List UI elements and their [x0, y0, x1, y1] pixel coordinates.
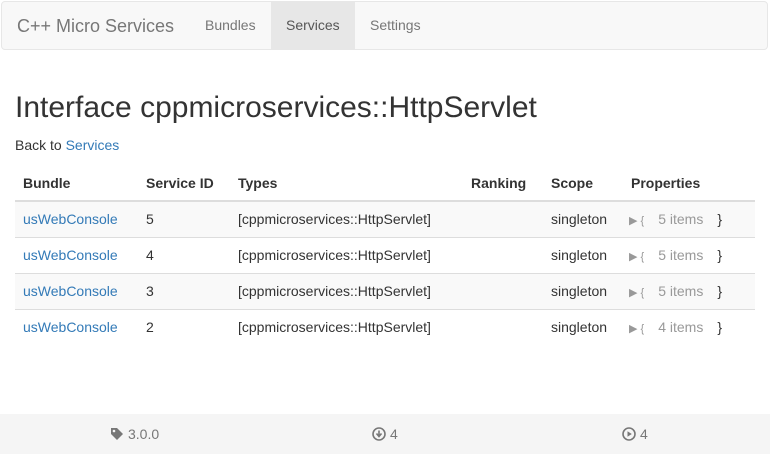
- services-count: 4: [640, 426, 648, 442]
- properties-close: }: [717, 211, 723, 228]
- expand-triangle-icon: ▶ {: [629, 215, 645, 228]
- header-types: Types: [230, 165, 463, 202]
- expand-triangle-icon: ▶ {: [629, 287, 645, 299]
- types-cell: [cppmicroservices::HttpServlet]: [230, 201, 463, 237]
- properties-count: 5 items: [658, 211, 704, 228]
- header-scope: Scope: [543, 165, 623, 202]
- properties-toggle[interactable]: ▶ { 5 items}: [623, 236, 755, 273]
- scope-cell: singleton: [543, 308, 623, 345]
- footer-version: 3.0.0: [110, 426, 159, 442]
- table-row: usWebConsole 4 [cppmicroservices::HttpSe…: [15, 236, 755, 273]
- footer-bundles: 4: [372, 426, 398, 442]
- scope-cell: singleton: [543, 236, 623, 273]
- service-id-cell: 4: [138, 236, 230, 273]
- service-id-cell: 3: [138, 272, 230, 309]
- bundles-count: 4: [390, 426, 398, 442]
- properties-toggle[interactable]: ▶ { 5 items}: [623, 272, 755, 309]
- header-properties: Properties: [623, 165, 755, 202]
- ranking-cell: [463, 308, 543, 345]
- version-text: 3.0.0: [128, 426, 160, 442]
- services-table: Bundle Service ID Types Ranking Scope Pr…: [15, 165, 755, 345]
- ranking-cell: [463, 236, 543, 273]
- table-row: usWebConsole 5 [cppmicroservices::HttpSe…: [15, 201, 755, 237]
- navbar: C++ Micro Services Bundles Services Sett…: [1, 1, 768, 50]
- types-cell: [cppmicroservices::HttpServlet]: [230, 272, 463, 309]
- properties-count: 4 items: [658, 319, 704, 336]
- bundle-link[interactable]: usWebConsole: [23, 247, 118, 263]
- back-prefix: Back to: [15, 137, 62, 153]
- ranking-cell: [463, 272, 543, 309]
- footer: 3.0.0 4 4: [0, 414, 770, 454]
- scope-cell: singleton: [543, 201, 623, 237]
- service-id-cell: 2: [138, 308, 230, 345]
- header-service-id: Service ID: [138, 165, 230, 202]
- bundle-link[interactable]: usWebConsole: [23, 283, 118, 299]
- scope-cell: singleton: [543, 272, 623, 309]
- tag-icon: [111, 428, 123, 440]
- table-row: usWebConsole 2 [cppmicroservices::HttpSe…: [15, 308, 755, 345]
- header-ranking: Ranking: [463, 165, 543, 202]
- properties-toggle[interactable]: ▶ { 4 items}: [623, 308, 755, 345]
- ranking-cell: [463, 201, 543, 237]
- nav-settings[interactable]: Settings: [355, 2, 436, 49]
- nav-bundles[interactable]: Bundles: [190, 2, 271, 49]
- footer-services: 4: [622, 426, 648, 442]
- page-title: Interface cppmicroservices::HttpServlet: [15, 91, 537, 124]
- bundle-link[interactable]: usWebConsole: [23, 319, 118, 335]
- back-services-link[interactable]: Services: [66, 137, 120, 153]
- types-cell: [cppmicroservices::HttpServlet]: [230, 308, 463, 345]
- table-header-row: Bundle Service ID Types Ranking Scope Pr…: [15, 165, 755, 202]
- nav-services[interactable]: Services: [271, 2, 355, 49]
- properties-close: }: [717, 247, 723, 263]
- types-cell: [cppmicroservices::HttpServlet]: [230, 236, 463, 273]
- table-row: usWebConsole 3 [cppmicroservices::HttpSe…: [15, 272, 755, 309]
- expand-triangle-icon: ▶ {: [629, 251, 645, 263]
- service-id-cell: 5: [138, 201, 230, 237]
- back-line: Back to Services: [15, 137, 119, 153]
- brand-title[interactable]: C++ Micro Services: [17, 16, 174, 36]
- play-circle-icon: [622, 427, 636, 441]
- header-bundle: Bundle: [15, 165, 138, 202]
- bundle-link[interactable]: usWebConsole: [23, 211, 118, 227]
- properties-count: 5 items: [658, 283, 704, 299]
- properties-toggle[interactable]: ▶ { 5 items}: [623, 201, 755, 237]
- properties-close: }: [717, 283, 723, 299]
- expand-triangle-icon: ▶ {: [629, 323, 645, 336]
- properties-close: }: [717, 319, 723, 336]
- download-circle-icon: [372, 427, 386, 441]
- properties-count: 5 items: [658, 247, 704, 263]
